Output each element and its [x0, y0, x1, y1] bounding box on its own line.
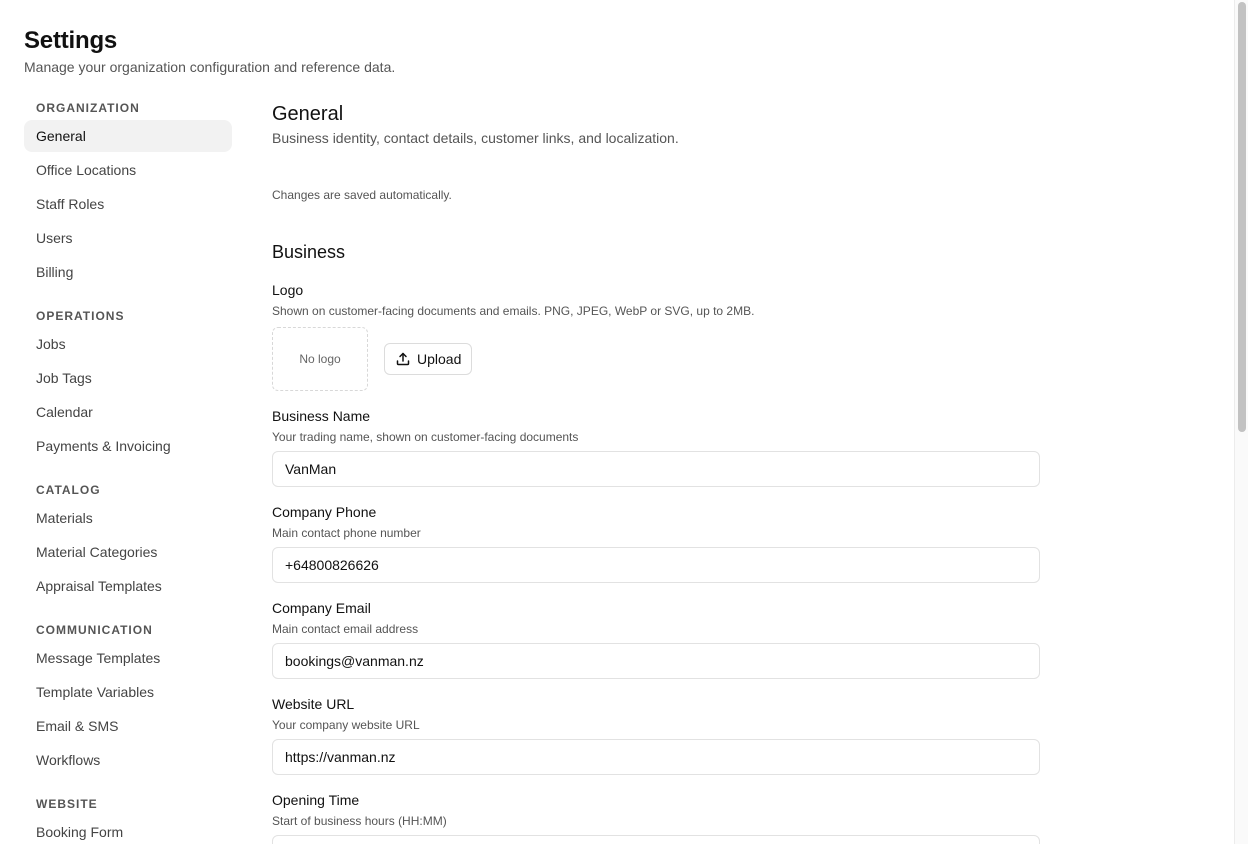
business-name-field: Business Name Your trading name, shown o… [272, 407, 1040, 487]
nav-group-label: ORGANIZATION [36, 101, 140, 115]
nav-group-label: CATALOG [36, 483, 101, 497]
settings-content: General Business identity, contact detai… [272, 100, 1040, 844]
sidebar-item-booking-form[interactable]: Booking Form [24, 816, 232, 844]
nav-group-operations: OPERATIONS Jobs Job Tags Calendar Paymen… [24, 306, 232, 462]
sidebar-item-payments-invoicing[interactable]: Payments & Invoicing [24, 430, 232, 462]
sidebar-item-jobs[interactable]: Jobs [24, 328, 232, 360]
business-name-input[interactable] [272, 451, 1040, 487]
upload-button[interactable]: Upload [384, 343, 473, 375]
autosave-note: Changes are saved automatically. [272, 188, 452, 202]
business-name-help: Your trading name, shown on customer-fac… [272, 430, 579, 444]
nav-group-label: OPERATIONS [36, 309, 125, 323]
website-url-help: Your company website URL [272, 718, 420, 732]
logo-label: Logo [272, 282, 304, 298]
sidebar-item-template-variables[interactable]: Template Variables [24, 676, 232, 708]
section-description: Business identity, contact details, cust… [272, 130, 679, 146]
company-phone-help: Main contact phone number [272, 526, 421, 540]
nav-group-label: WEBSITE [36, 797, 98, 811]
website-url-input[interactable] [272, 739, 1040, 775]
company-email-input[interactable] [272, 643, 1040, 679]
business-group-title: Business [272, 242, 346, 262]
website-url-label: Website URL [272, 696, 355, 712]
page-title: Settings [24, 27, 118, 54]
sidebar-item-materials[interactable]: Materials [24, 502, 232, 534]
scrollbar-thumb[interactable] [1238, 2, 1246, 432]
sidebar-item-calendar[interactable]: Calendar [24, 396, 232, 428]
page-subtitle: Manage your organization configuration a… [24, 59, 396, 75]
opening-time-field: Opening Time Start of business hours (HH… [272, 791, 1040, 844]
page-header: Settings Manage your organization config… [24, 26, 395, 76]
opening-time-input[interactable] [272, 835, 1040, 844]
sidebar-item-material-categories[interactable]: Material Categories [24, 536, 232, 568]
nav-group-label: COMMUNICATION [36, 623, 153, 637]
business-name-label: Business Name [272, 408, 371, 424]
sidebar-item-general[interactable]: General [24, 120, 232, 152]
company-phone-label: Company Phone [272, 504, 377, 520]
upload-icon [396, 352, 410, 366]
sidebar-item-billing[interactable]: Billing [24, 256, 232, 288]
logo-placeholder: No logo [299, 352, 341, 366]
sidebar-item-workflows[interactable]: Workflows [24, 744, 232, 776]
section-title: General [272, 103, 344, 125]
nav-group-catalog: CATALOG Materials Material Categories Ap… [24, 480, 232, 602]
company-email-label: Company Email [272, 600, 371, 616]
nav-group-website: WEBSITE Booking Form [24, 794, 232, 844]
scrollbar[interactable] [1234, 0, 1248, 844]
company-email-help: Main contact email address [272, 622, 419, 636]
company-phone-field: Company Phone Main contact phone number [272, 503, 1040, 583]
sidebar-item-job-tags[interactable]: Job Tags [24, 362, 232, 394]
upload-button-label: Upload [417, 351, 462, 367]
company-phone-input[interactable] [272, 547, 1040, 583]
website-url-field: Website URL Your company website URL [272, 695, 1040, 775]
logo-row: No logo Upload [272, 327, 1040, 391]
sidebar-item-email-sms[interactable]: Email & SMS [24, 710, 232, 742]
sidebar-item-appraisal-templates[interactable]: Appraisal Templates [24, 570, 232, 602]
logo-preview: No logo [272, 327, 368, 391]
settings-sidebar: ORGANIZATION General Office Locations St… [24, 98, 232, 844]
sidebar-item-office-locations[interactable]: Office Locations [24, 154, 232, 186]
sidebar-item-users[interactable]: Users [24, 222, 232, 254]
logo-field: Logo Shown on customer-facing documents … [272, 281, 1040, 391]
company-email-field: Company Email Main contact email address [272, 599, 1040, 679]
sidebar-item-staff-roles[interactable]: Staff Roles [24, 188, 232, 220]
logo-help: Shown on customer-facing documents and e… [272, 304, 755, 318]
nav-group-communication: COMMUNICATION Message Templates Template… [24, 620, 232, 776]
sidebar-item-message-templates[interactable]: Message Templates [24, 642, 232, 674]
opening-time-help: Start of business hours (HH:MM) [272, 814, 447, 828]
nav-group-organization: ORGANIZATION General Office Locations St… [24, 98, 232, 288]
opening-time-label: Opening Time [272, 792, 360, 808]
